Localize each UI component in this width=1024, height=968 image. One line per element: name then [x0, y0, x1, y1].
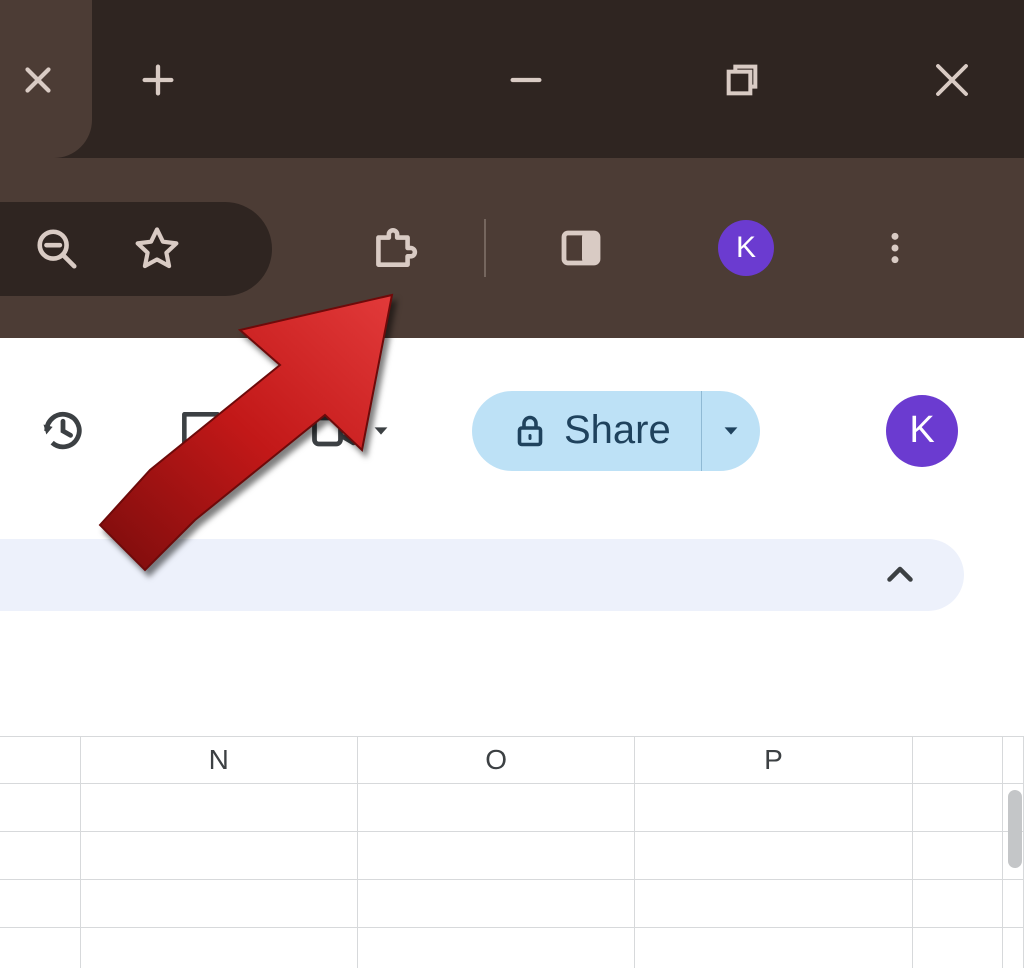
window-minimize-button[interactable]: [494, 48, 558, 112]
chevron-up-icon: [882, 557, 918, 593]
meet-button[interactable]: [308, 405, 392, 457]
browser-profile-button[interactable]: K: [718, 220, 774, 276]
browser-menu-button[interactable]: [864, 217, 926, 279]
cell[interactable]: [913, 880, 1003, 928]
kebab-icon: [875, 228, 915, 268]
spreadsheet[interactable]: NOP: [0, 736, 1024, 968]
side-panel-button[interactable]: [550, 217, 612, 279]
window-close-button[interactable]: [920, 48, 984, 112]
plus-icon: [138, 60, 178, 100]
browser-tab-strip: [0, 0, 1024, 158]
column-header-edge[interactable]: [1003, 736, 1024, 784]
cell[interactable]: [1003, 880, 1024, 928]
cell[interactable]: [0, 784, 81, 832]
share-button[interactable]: Share: [472, 391, 760, 471]
side-panel-icon: [557, 224, 605, 272]
zoom-out-icon: [34, 226, 80, 272]
comment-icon: [176, 406, 226, 456]
column-header-O[interactable]: O: [358, 736, 635, 784]
avatar-initial: K: [909, 409, 934, 452]
cell[interactable]: [913, 832, 1003, 880]
cell[interactable]: [81, 832, 358, 880]
address-bar-end[interactable]: [0, 202, 272, 296]
column-header-m-tail[interactable]: [0, 736, 81, 784]
new-tab-button[interactable]: [126, 48, 190, 112]
close-icon: [20, 62, 56, 98]
vertical-scrollbar-thumb[interactable]: [1008, 790, 1022, 868]
toolbar-separator: [484, 219, 486, 277]
share-main[interactable]: Share: [472, 391, 701, 471]
cell[interactable]: [0, 880, 81, 928]
cell[interactable]: [635, 880, 912, 928]
table-row: [0, 880, 1024, 928]
extensions-button[interactable]: [362, 217, 424, 279]
share-label: Share: [564, 408, 671, 453]
sheet-gap: [0, 626, 1024, 736]
table-row: [0, 784, 1024, 832]
puzzle-icon: [368, 223, 418, 273]
lock-icon: [512, 413, 548, 449]
avatar: K: [718, 220, 774, 276]
cell[interactable]: [635, 832, 912, 880]
table-row: [0, 928, 1024, 968]
caret-down-icon: [720, 420, 742, 442]
restore-icon: [722, 60, 762, 100]
active-tab-edge: [0, 0, 92, 158]
column-header-N[interactable]: N: [81, 736, 358, 784]
share-dropdown[interactable]: [702, 391, 760, 471]
cell[interactable]: [358, 784, 635, 832]
cell[interactable]: [358, 928, 635, 968]
column-header-Q-head[interactable]: [913, 736, 1003, 784]
cell[interactable]: [635, 784, 912, 832]
app-account-button[interactable]: K: [886, 395, 958, 467]
table-row: [0, 832, 1024, 880]
minimize-icon: [506, 60, 546, 100]
video-icon: [308, 405, 360, 457]
cell[interactable]: [913, 928, 1003, 968]
cell[interactable]: [81, 880, 358, 928]
cell[interactable]: [0, 928, 81, 968]
caret-down-icon: [370, 420, 392, 442]
app-header: Share K: [0, 338, 1024, 523]
column-header-P[interactable]: P: [635, 736, 912, 784]
browser-toolbar: K: [0, 158, 1024, 338]
cell[interactable]: [0, 832, 81, 880]
star-icon: [132, 224, 182, 274]
column-headers-row: NOP: [0, 736, 1024, 784]
version-history-button[interactable]: [30, 398, 96, 464]
avatar: K: [886, 395, 958, 467]
cell[interactable]: [358, 880, 635, 928]
formula-bar-pill[interactable]: [0, 539, 964, 611]
close-tab-button[interactable]: [14, 56, 62, 104]
avatar-initial: K: [736, 231, 756, 265]
cell[interactable]: [358, 832, 635, 880]
comments-button[interactable]: [168, 398, 234, 464]
cell[interactable]: [1003, 928, 1024, 968]
cell[interactable]: [81, 784, 358, 832]
history-icon: [37, 405, 89, 457]
formula-bar-strip: [0, 523, 1024, 626]
cell[interactable]: [81, 928, 358, 968]
bookmark-button[interactable]: [126, 218, 188, 280]
close-icon: [931, 59, 973, 101]
window-restore-button[interactable]: [710, 48, 774, 112]
zoom-out-button[interactable]: [26, 218, 88, 280]
cell[interactable]: [913, 784, 1003, 832]
cell[interactable]: [635, 928, 912, 968]
